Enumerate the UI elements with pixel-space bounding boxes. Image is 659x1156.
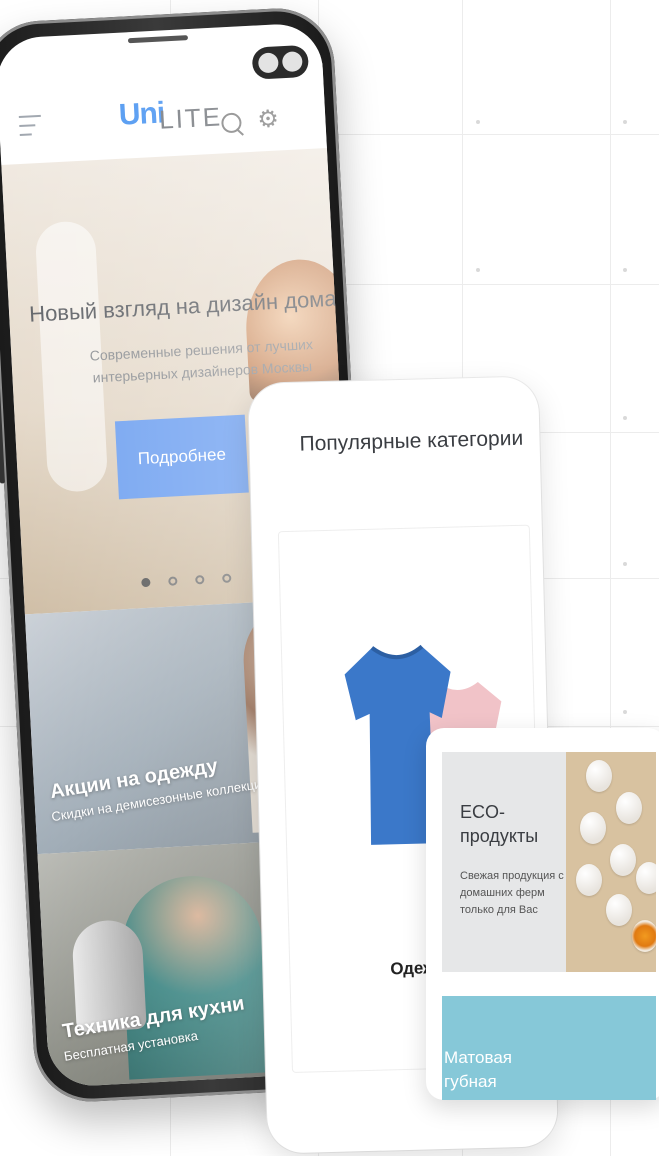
camera-cutout: [251, 44, 310, 80]
logo-text[interactable]: LITE: [158, 101, 222, 135]
lipstick-title-line2: губная: [444, 1072, 497, 1091]
lipstick-title-line1: Матовая: [444, 1048, 512, 1067]
eco-title: ECO- продукты: [460, 800, 538, 848]
lipstick-title: Матовая губная: [444, 1046, 512, 1094]
eco-banner[interactable]: ECO- продукты Свежая продукция с домашни…: [442, 752, 656, 972]
more-button[interactable]: Подробнее: [114, 414, 249, 500]
categories-title: Популярные категории: [299, 426, 524, 456]
eco-title-line1: ECO-: [460, 802, 505, 822]
egg-tray-image: [566, 752, 656, 972]
speaker-grille: [127, 35, 189, 44]
eco-subtitle: Свежая продукция с домашних ферм только …: [460, 870, 564, 916]
slider-dot[interactable]: [195, 574, 205, 585]
eco-card: ECO- продукты Свежая продукция с домашни…: [426, 728, 659, 1100]
slider-dots: [141, 573, 232, 588]
menu-icon[interactable]: [18, 114, 42, 143]
slider-dot[interactable]: [141, 577, 151, 588]
power-button: [0, 323, 6, 484]
eco-title-line2: продукты: [460, 826, 539, 846]
search-icon[interactable]: [220, 112, 242, 134]
slider-dot[interactable]: [222, 573, 232, 584]
settings-icon[interactable]: ⚙: [257, 104, 280, 134]
slider-dot[interactable]: [168, 576, 178, 586]
